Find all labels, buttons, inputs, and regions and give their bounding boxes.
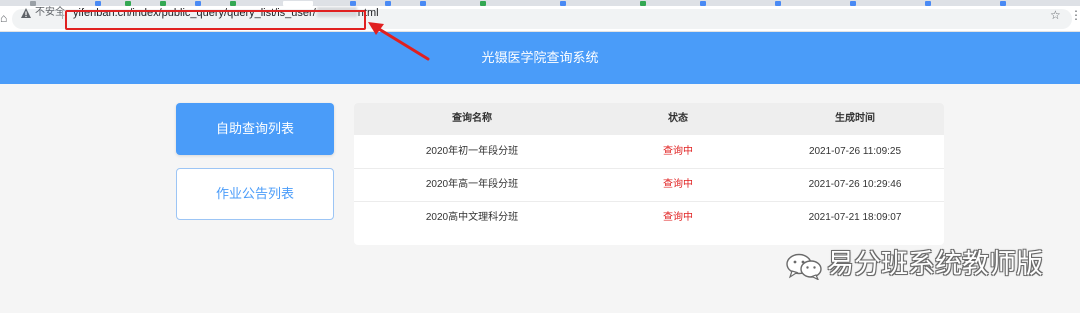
row-divider: [354, 201, 944, 202]
homework-notice-list-button[interactable]: 作业公告列表: [176, 168, 334, 220]
omnibox-separator: [62, 9, 63, 19]
table-header: 查询名称 状态 生成时间: [354, 103, 944, 135]
table-row-time: 2021-07-26 10:29:46: [808, 179, 902, 190]
self-query-list-button[interactable]: 自助查询列表: [176, 103, 334, 155]
table-row-status: 查询中: [663, 212, 693, 223]
wechat-icon: [786, 253, 822, 280]
star-icon[interactable]: ☆: [1050, 9, 1061, 21]
table-row-time: 2021-07-21 18:09:07: [808, 212, 902, 223]
page-title: 光镊医学院查询系统: [481, 50, 599, 65]
watermark-text: 易分班系统教师版: [827, 249, 1043, 280]
table-row-name[interactable]: 2020年高一年段分班: [354, 179, 590, 191]
table-row-name[interactable]: 2020年初一年段分班: [354, 146, 590, 158]
arrow-annotation: [368, 22, 430, 61]
menu-icon[interactable]: ⋮: [1070, 9, 1080, 21]
table-row-time: 2021-07-26 11:09:25: [808, 146, 902, 157]
table-row-name[interactable]: 2020高中文理科分班: [354, 212, 590, 224]
column-header-name: 查询名称: [452, 113, 492, 124]
warning-icon[interactable]: [20, 7, 32, 19]
security-label[interactable]: 不安全: [35, 7, 65, 19]
column-header-time: 生成时间: [835, 113, 875, 124]
column-header-status: 状态: [668, 113, 688, 124]
row-divider: [354, 168, 944, 169]
table-row-status: 查询中: [663, 179, 693, 190]
query-table: 查询名称 状态 生成时间 2020年初一年段分班 查询中 2021-07-26 …: [354, 103, 944, 245]
url-highlight-annotation: [65, 10, 366, 30]
table-row-status: 查询中: [663, 146, 693, 157]
home-icon[interactable]: ⌂: [0, 11, 10, 25]
